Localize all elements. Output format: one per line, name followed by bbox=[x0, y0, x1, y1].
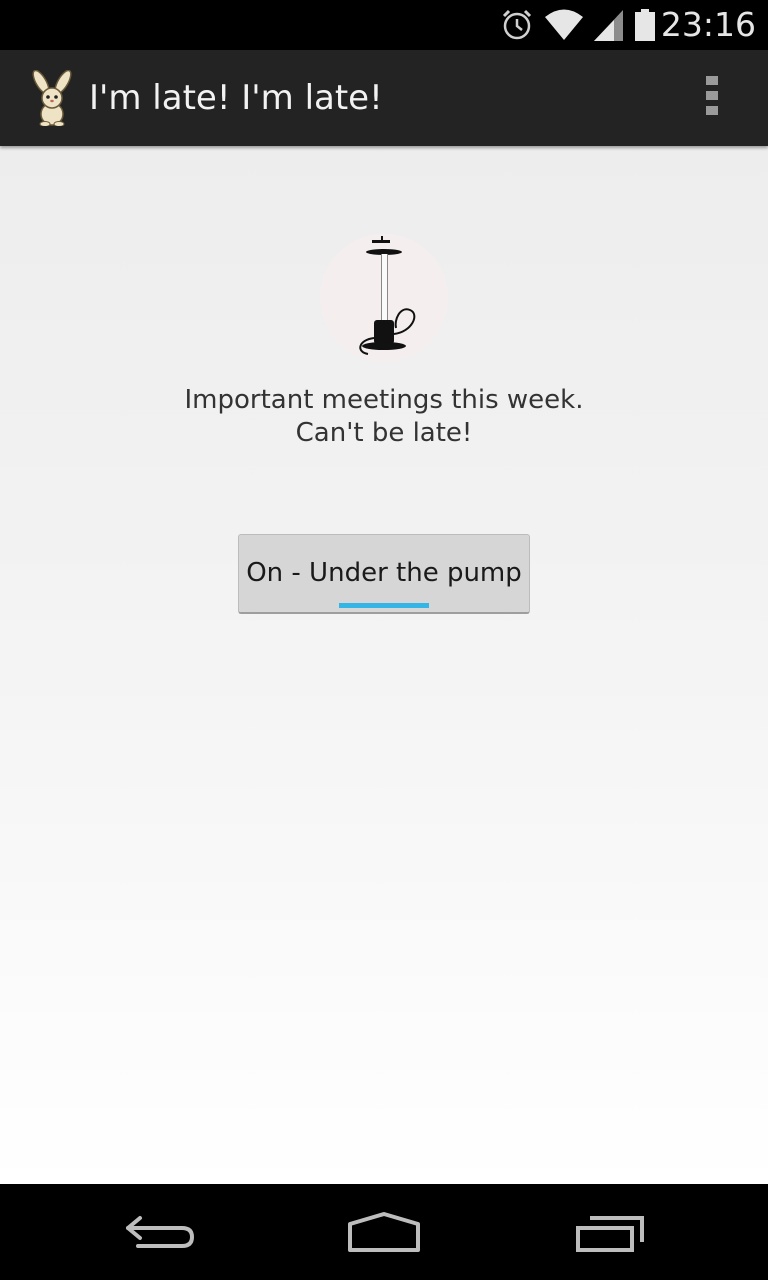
overflow-menu-icon[interactable] bbox=[698, 76, 726, 120]
signal-icon bbox=[594, 10, 623, 41]
alarm-icon bbox=[502, 9, 532, 40]
wifi-icon bbox=[545, 9, 583, 40]
navigation-bar bbox=[0, 1184, 768, 1280]
action-bar: I'm late! I'm late! bbox=[0, 50, 768, 146]
status-time: 23:16 bbox=[660, 5, 756, 44]
toggle-on-indicator bbox=[339, 603, 429, 608]
home-icon bbox=[348, 1212, 420, 1252]
toggle-label: On - Under the pump bbox=[246, 558, 522, 588]
message-line-2: Can't be late! bbox=[295, 418, 473, 448]
main-content: Important meetings this week. Can't be l… bbox=[0, 146, 768, 1184]
app-title: I'm late! I'm late! bbox=[89, 78, 383, 118]
back-icon bbox=[126, 1216, 195, 1248]
rabbit-icon[interactable] bbox=[26, 70, 78, 126]
meeting-message: Important meetings this week. Can't be l… bbox=[0, 384, 768, 450]
pump-icon bbox=[320, 234, 448, 362]
home-button[interactable] bbox=[336, 1204, 432, 1260]
pump-toggle-button[interactable]: On - Under the pump bbox=[238, 534, 530, 614]
back-button[interactable] bbox=[112, 1204, 208, 1260]
status-bar: 23:16 bbox=[0, 0, 768, 50]
recent-apps-button[interactable] bbox=[562, 1204, 658, 1260]
message-line-1: Important meetings this week. bbox=[184, 385, 584, 415]
recent-apps-icon bbox=[576, 1216, 644, 1252]
status-icons bbox=[500, 8, 656, 42]
battery-icon bbox=[635, 9, 655, 41]
